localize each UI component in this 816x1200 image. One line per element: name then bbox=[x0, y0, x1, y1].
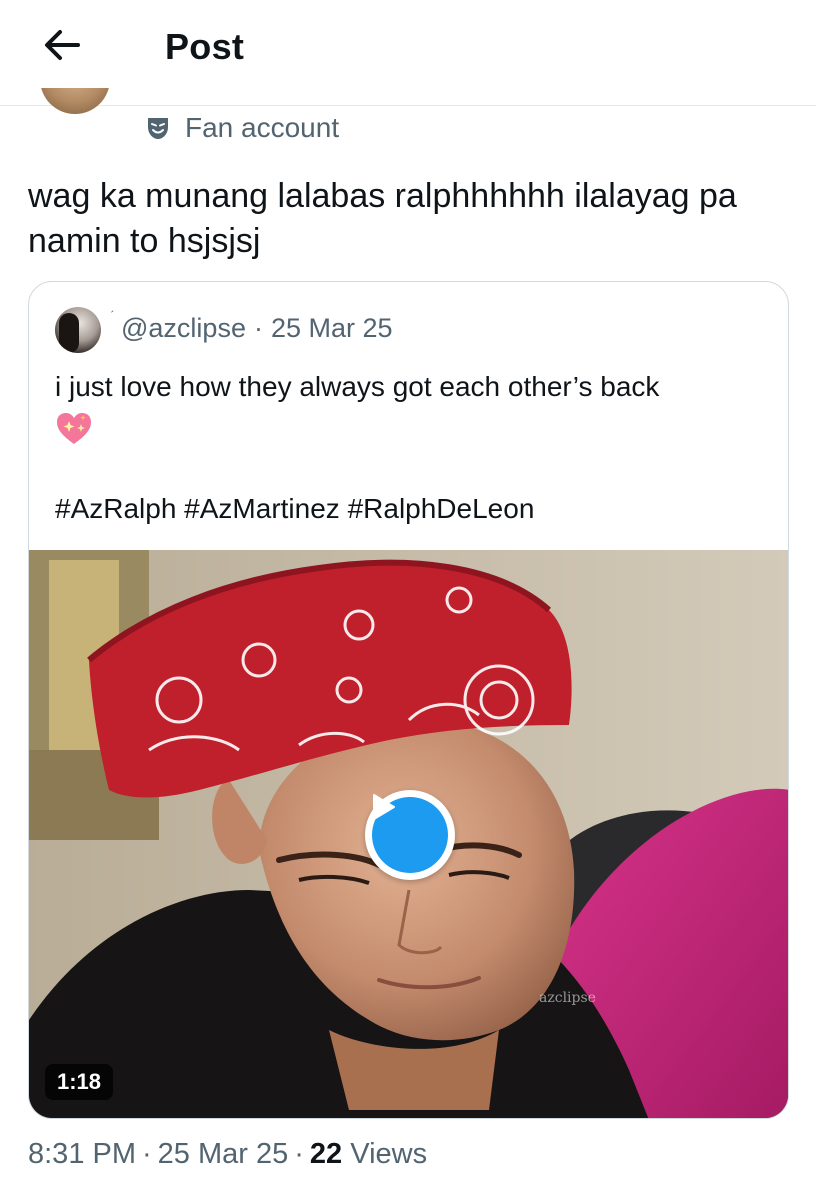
video-player[interactable]: azclipse 1:18 bbox=[29, 550, 788, 1118]
post-metadata: 8:31 PM · 25 Mar 25 · 22 Views bbox=[28, 1138, 427, 1171]
quoted-author-handle[interactable]: @azclipse bbox=[121, 313, 246, 343]
back-button[interactable] bbox=[36, 22, 88, 68]
views-label[interactable]: Views bbox=[350, 1138, 427, 1170]
quoted-post-text: i just love how they always got each oth… bbox=[55, 371, 660, 402]
quoted-author-avatar[interactable] bbox=[55, 307, 101, 353]
play-button[interactable] bbox=[365, 790, 455, 880]
video-duration-badge: 1:18 bbox=[45, 1064, 114, 1100]
arrow-left-icon bbox=[45, 30, 80, 60]
meta-separator: · bbox=[253, 313, 263, 343]
post-text: wag ka munang lalabas ralphhhhhh ilalaya… bbox=[28, 177, 737, 260]
quoted-post-card[interactable]: ˊ @azclipse · 25 Mar 25 i just love how th… bbox=[28, 281, 789, 1119]
fan-account-badge: Fan account bbox=[145, 111, 339, 145]
author-avatar[interactable] bbox=[40, 88, 110, 114]
play-icon bbox=[373, 794, 395, 820]
post-time[interactable]: 8:31 PM bbox=[28, 1138, 136, 1170]
quoted-post-meta: @azclipse · 25 Mar 25 bbox=[121, 313, 393, 344]
meta-separator: · bbox=[294, 1138, 304, 1170]
video-watermark: azclipse bbox=[539, 990, 596, 1006]
quoted-post-date[interactable]: 25 Mar 25 bbox=[271, 313, 393, 343]
theater-mask-icon bbox=[148, 118, 168, 139]
top-bar: Post bbox=[0, 0, 816, 106]
views-count[interactable]: 22 bbox=[310, 1138, 342, 1170]
quoted-post-hashtags[interactable]: #AzRalph #AzMartinez #RalphDeLeon bbox=[55, 490, 534, 528]
sparkling-heart-icon bbox=[57, 413, 91, 444]
fan-account-label: Fan account bbox=[185, 112, 340, 143]
meta-separator: · bbox=[142, 1138, 152, 1170]
quoted-author-marker: ˊ bbox=[110, 308, 115, 323]
post-date[interactable]: 25 Mar 25 bbox=[158, 1138, 289, 1170]
page-title: Post bbox=[165, 26, 245, 67]
